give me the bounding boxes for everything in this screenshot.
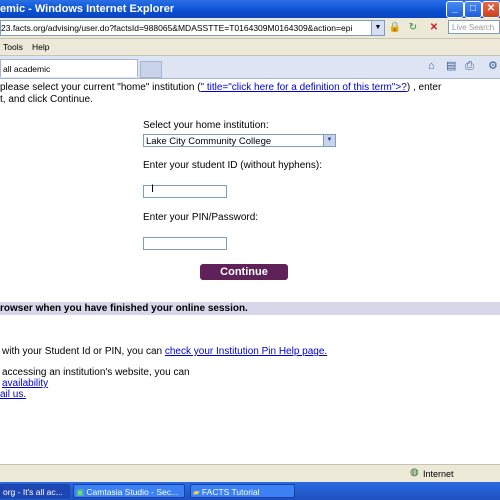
intro-line-2: t, and click Continue. (0, 94, 93, 105)
address-input[interactable]: 23.facts.org/advising/user.do?factsId=98… (0, 20, 372, 36)
tab-label: all academic (3, 64, 51, 74)
menu-bar: Tools Help (0, 39, 500, 56)
tab-current[interactable]: all academic (0, 59, 138, 77)
home-institution-label: Select your home institution: (143, 120, 269, 131)
intro-line-1: please select your current "home" instit… (0, 82, 441, 94)
intro-text: please select your current "home" instit… (0, 82, 201, 93)
globe-icon: ◍ (410, 467, 419, 478)
pin-field[interactable] (143, 237, 227, 250)
address-dropdown-icon[interactable]: ▼ (371, 20, 385, 36)
tab-row: all academic ⌂ ▤ ⎙ ⚙ (0, 56, 500, 79)
close-icon[interactable]: ✕ (482, 1, 500, 18)
folder-icon: ▰ (193, 487, 200, 497)
minimize-icon[interactable]: _ (446, 1, 464, 18)
refresh-icon[interactable]: ↻ (406, 21, 420, 34)
lock-icon[interactable]: 🔒 (388, 21, 402, 34)
intro-text-suffix: ) , enter (406, 82, 442, 93)
camtasia-icon: ▣ (76, 487, 85, 497)
page-content: please select your current "home" instit… (0, 79, 500, 463)
address-row: 23.facts.org/advising/user.do?factsId=98… (0, 18, 500, 39)
logout-banner: rowser when you have finished your onlin… (0, 302, 500, 315)
menu-help[interactable]: Help (32, 39, 49, 55)
help-text: with your Student Id or PIN, you can (2, 346, 165, 357)
taskbar-item-camtasia[interactable]: ▣ Camtasia Studio - Sec... (73, 484, 185, 498)
pin-label: Enter your PIN/Password: (143, 212, 259, 223)
feeds-icon[interactable]: ▤ (446, 60, 456, 73)
tools-icon[interactable]: ⚙ (488, 60, 498, 73)
search-input[interactable]: Live Search (448, 20, 500, 34)
window-title: emic - Windows Internet Explorer (0, 3, 175, 15)
student-id-field[interactable] (143, 185, 227, 198)
taskbar-item-facts[interactable]: ▰ FACTS Tutorial (190, 484, 295, 498)
student-id-label: Enter your student ID (without hyphens): (143, 160, 322, 171)
menu-tools[interactable]: Tools (3, 39, 23, 55)
stop-icon[interactable]: ✕ (427, 21, 441, 34)
help-line-1: with your Student Id or PIN, you can che… (2, 346, 327, 358)
availability-link[interactable]: availability (2, 378, 48, 389)
new-tab-button[interactable] (140, 61, 162, 78)
taskbar: org - It's all ac... ▣ Camtasia Studio -… (0, 482, 500, 500)
taskbar-item-label: FACTS Tutorial (201, 487, 260, 497)
definition-link[interactable]: " title="click here for a definition of … (201, 82, 407, 93)
home-icon[interactable]: ⌂ (428, 60, 435, 73)
pin-help-link[interactable]: check your Institution Pin Help page. (165, 346, 327, 357)
taskbar-item-label: Camtasia Studio - Sec... (86, 487, 179, 497)
print-icon[interactable]: ⎙ (465, 60, 474, 73)
status-bar: ◍ Internet (0, 464, 500, 483)
home-institution-value: Lake City Community College (146, 136, 272, 147)
email-link[interactable]: ail us. (0, 389, 26, 400)
chevron-down-icon[interactable]: ▼ (323, 135, 335, 146)
title-bar: emic - Windows Internet Explorer _ □ ✕ (0, 0, 500, 18)
text-cursor-icon: I (151, 183, 155, 195)
taskbar-item-label: org - It's all ac... (3, 487, 63, 497)
continue-button[interactable]: Continue (200, 264, 288, 280)
help-line-4: ail us. (0, 389, 26, 401)
maximize-icon[interactable]: □ (464, 1, 482, 18)
zone-label: Internet (423, 469, 454, 479)
taskbar-item-ie[interactable]: org - It's all ac... (0, 484, 70, 498)
home-institution-select[interactable]: Lake City Community College ▼ (143, 134, 336, 147)
